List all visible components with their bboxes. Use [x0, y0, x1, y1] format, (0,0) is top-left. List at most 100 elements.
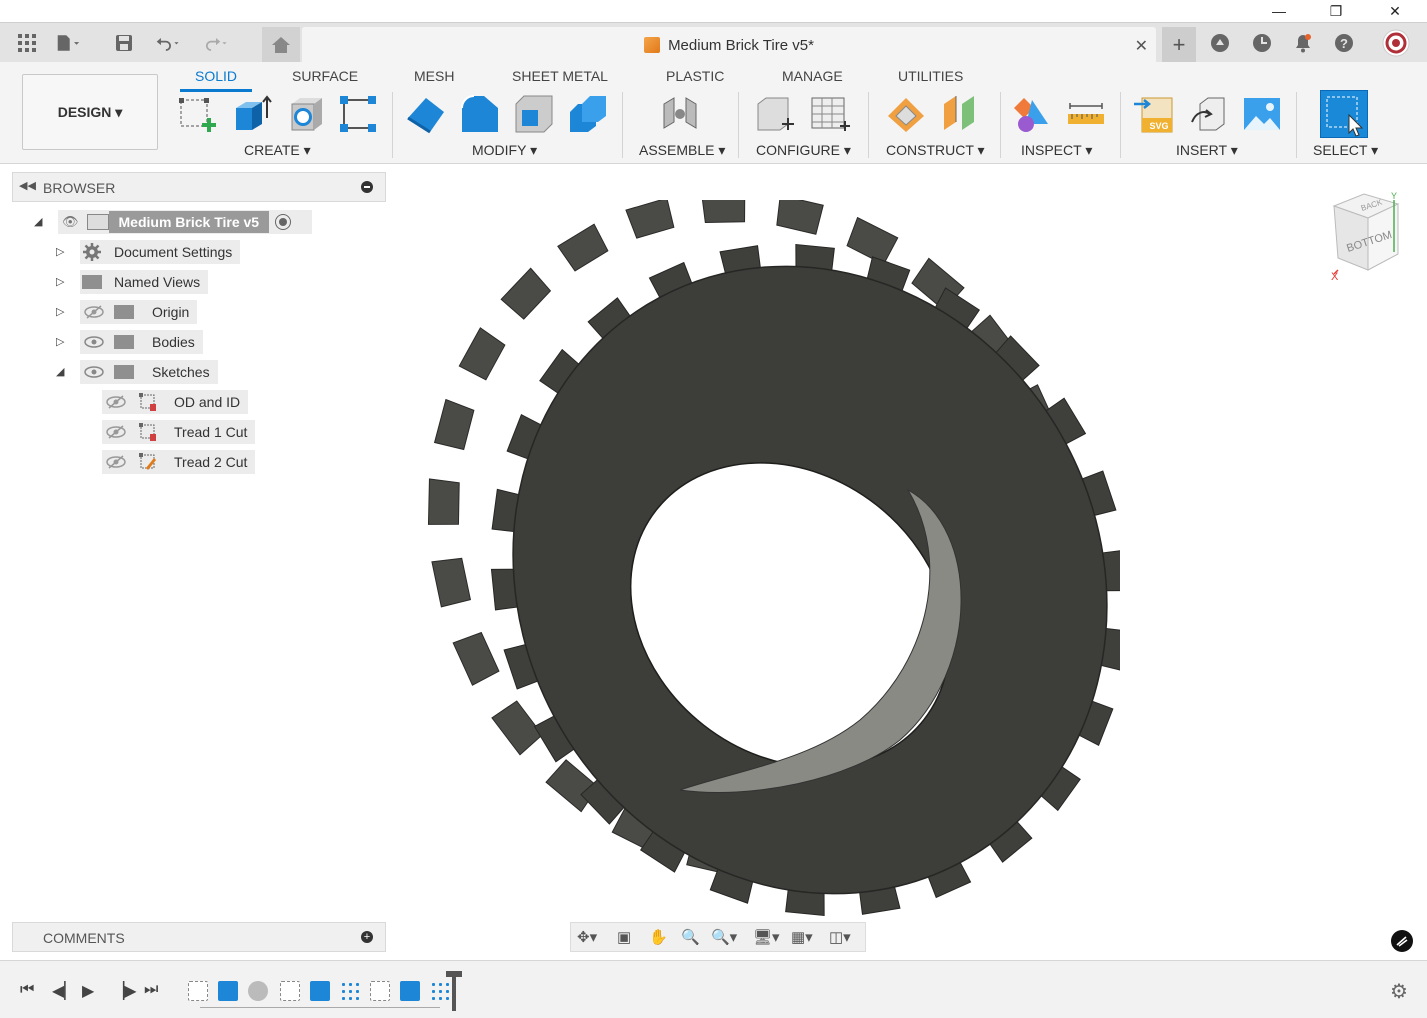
timeline-extrude-icon[interactable] — [218, 981, 238, 1001]
user-avatar[interactable] — [1382, 29, 1410, 57]
tire-3d-model[interactable] — [390, 200, 1120, 930]
new-tab-button[interactable]: + — [1162, 27, 1196, 63]
tab-manage[interactable]: MANAGE — [782, 68, 843, 84]
tab-utilities[interactable]: UTILITIES — [898, 68, 963, 84]
browser-root-row[interactable]: 👁 Medium Brick Tire v5 — [58, 210, 312, 234]
collapse-panel-icon[interactable]: ◀◀ — [19, 179, 36, 192]
timeline-marker[interactable] — [452, 973, 456, 1011]
hidden-eye-icon[interactable] — [106, 455, 126, 469]
hidden-eye-icon[interactable] — [106, 395, 126, 409]
redo-icon[interactable] — [204, 31, 228, 55]
plane-at-angle-icon[interactable] — [940, 94, 980, 134]
comments-panel[interactable]: COMMENTS + — [12, 922, 386, 952]
browser-item-bodies[interactable]: Bodies — [80, 330, 203, 354]
timeline-pattern-icon[interactable] — [340, 981, 360, 1001]
expand-arrow-icon[interactable]: ▷ — [56, 275, 64, 288]
timeline-marker-head[interactable] — [446, 971, 462, 977]
look-at-icon[interactable]: ▣ — [617, 928, 631, 946]
shell-icon[interactable] — [514, 94, 554, 134]
expand-arrow-icon[interactable]: ▷ — [56, 305, 64, 318]
press-pull-icon[interactable] — [406, 94, 446, 134]
timeline-pattern-icon[interactable] — [430, 981, 450, 1001]
sketch-item-tread-1-cut[interactable]: Tread 1 Cut — [102, 420, 256, 444]
select-menu[interactable]: SELECT ▾ — [1313, 142, 1378, 159]
fusion-logo-icon[interactable] — [1391, 930, 1413, 952]
display-settings-icon[interactable]: 🖥▾ — [753, 928, 780, 946]
add-comment-icon[interactable]: + — [361, 931, 373, 943]
collapse-arrow-icon[interactable]: ◢ — [56, 365, 64, 378]
step-forward-icon[interactable]: ▕▶ — [112, 981, 137, 1001]
sketch-item-od-and-id[interactable]: OD and ID — [102, 390, 249, 414]
browser-item-sketches[interactable]: Sketches — [80, 360, 218, 384]
timeline-sketch-icon[interactable] — [370, 981, 390, 1001]
select-tool-icon[interactable] — [1320, 90, 1368, 138]
expand-arrow-icon[interactable]: ▷ — [56, 245, 64, 258]
step-back-icon[interactable]: ◀▏ — [52, 981, 77, 1001]
save-icon[interactable] — [112, 31, 136, 55]
help-icon[interactable]: ? — [1332, 31, 1356, 55]
timeline-extrude-icon[interactable] — [400, 981, 420, 1001]
insert-menu[interactable]: INSERT ▾ — [1176, 142, 1238, 159]
undo-icon[interactable] — [156, 31, 180, 55]
insert-mesh-icon[interactable] — [1188, 94, 1228, 134]
minimize-button[interactable]: — — [1256, 0, 1302, 22]
browser-item-document-settings[interactable]: Document Settings — [80, 240, 241, 264]
tab-surface[interactable]: SURFACE — [292, 68, 358, 84]
fit-zoom-icon[interactable]: 🔍▾ — [711, 928, 737, 946]
fillet-icon[interactable] — [460, 94, 500, 134]
apps-grid-icon[interactable] — [15, 31, 39, 55]
viewcube[interactable]: BACK BOTTOM X Y — [1328, 190, 1404, 282]
notifications-bell-icon[interactable] — [1291, 31, 1315, 55]
timeline-sketch-icon[interactable] — [280, 981, 300, 1001]
grid-snaps-icon[interactable]: ▦▾ — [791, 928, 813, 946]
extrude-icon[interactable] — [232, 94, 272, 134]
hidden-eye-icon[interactable] — [106, 425, 126, 439]
document-tab[interactable]: Medium Brick Tire v5* ✕ — [302, 27, 1156, 63]
construct-menu[interactable]: CONSTRUCT ▾ — [886, 142, 985, 159]
go-to-start-icon[interactable]: ⏮ — [20, 981, 34, 999]
visibility-eye-icon[interactable]: 👁 — [62, 214, 79, 230]
revolve-icon[interactable] — [286, 94, 326, 134]
timeline-extrude-icon[interactable] — [310, 981, 330, 1001]
timeline-settings-gear-icon[interactable]: ⚙ — [1390, 979, 1408, 1004]
create-menu[interactable]: CREATE ▾ — [244, 142, 311, 159]
browser-minimize-icon[interactable] — [361, 181, 373, 193]
zoom-icon[interactable]: 🔍 — [681, 928, 700, 946]
visibility-eye-icon[interactable] — [84, 335, 104, 349]
tab-mesh[interactable]: MESH — [414, 68, 454, 84]
inspect-menu[interactable]: INSPECT ▾ — [1021, 142, 1092, 159]
insert-canvas-icon[interactable] — [1242, 94, 1282, 134]
tab-solid[interactable]: SOLID — [195, 68, 237, 84]
visibility-eye-icon[interactable] — [84, 365, 104, 379]
timeline-sketch-icon[interactable] — [188, 981, 208, 1001]
file-menu-icon[interactable] — [56, 31, 80, 55]
orbit-icon[interactable]: ✥▾ — [577, 928, 597, 946]
sketch-item-tread-2-cut[interactable]: Tread 2 Cut — [102, 450, 256, 474]
tab-plastic[interactable]: PLASTIC — [666, 68, 724, 84]
configuration-table-icon[interactable] — [810, 94, 850, 134]
offset-plane-icon[interactable] — [886, 94, 926, 134]
pattern-icon[interactable] — [338, 94, 378, 134]
joint-icon[interactable] — [660, 94, 700, 134]
hidden-eye-icon[interactable] — [84, 305, 104, 319]
create-sketch-icon[interactable] — [178, 94, 218, 134]
assemble-menu[interactable]: ASSEMBLE ▾ — [639, 142, 725, 159]
combine-icon[interactable] — [568, 94, 608, 134]
browser-item-origin[interactable]: Origin — [80, 300, 198, 324]
activate-radio-icon[interactable] — [275, 214, 292, 230]
configure-design-icon[interactable] — [756, 94, 796, 134]
configure-menu[interactable]: CONFIGURE ▾ — [756, 142, 851, 159]
workspace-switcher-button[interactable]: DESIGN ▾ — [22, 74, 158, 150]
measure-icon[interactable] — [1066, 94, 1106, 134]
collapse-arrow-icon[interactable]: ◢ — [34, 215, 42, 228]
close-window-button[interactable]: ✕ — [1372, 0, 1418, 22]
job-status-icon[interactable] — [1208, 31, 1232, 55]
timeline-revolve-icon[interactable] — [248, 981, 268, 1001]
maximize-button[interactable]: ❐ — [1313, 0, 1359, 22]
browser-item-named-views[interactable]: Named Views — [80, 270, 209, 294]
play-icon[interactable]: ▶ — [82, 981, 94, 1001]
display-component-colors-icon[interactable] — [1012, 94, 1052, 134]
pan-hand-icon[interactable]: ✋ — [649, 928, 668, 946]
insert-svg-icon[interactable]: SVG — [1134, 94, 1174, 134]
modify-menu[interactable]: MODIFY ▾ — [472, 142, 537, 159]
